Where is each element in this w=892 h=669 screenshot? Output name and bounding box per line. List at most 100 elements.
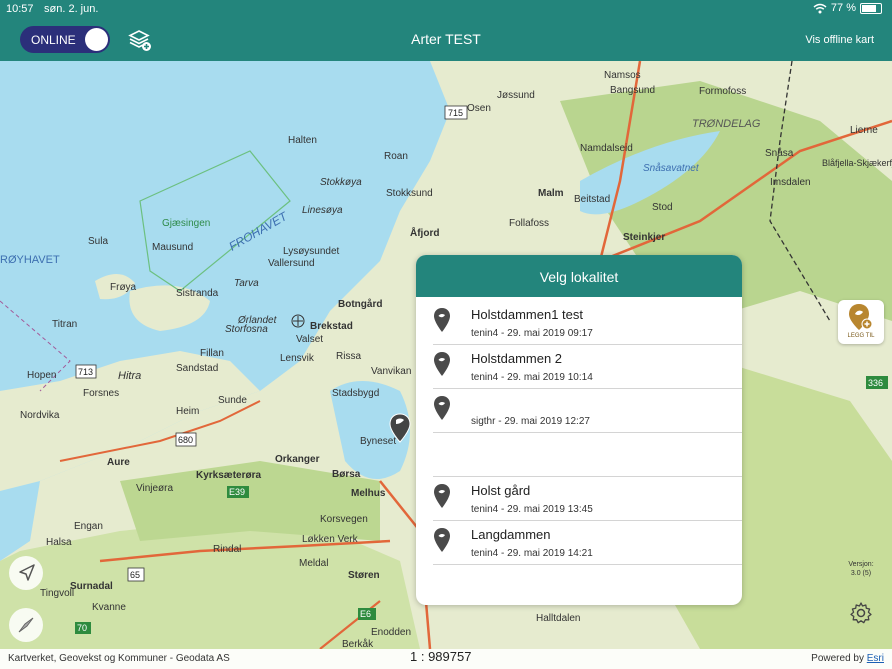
esri-link[interactable]: Esri: [867, 653, 884, 664]
map-label: Orkanger: [275, 454, 320, 465]
list-item[interactable]: sigthr - 29. mai 2019 12:27: [433, 389, 742, 433]
map-label: Nordvika: [20, 410, 60, 421]
location-pin-icon: [434, 528, 450, 552]
list-item[interactable]: Holst gård tenin4 - 29. mai 2019 13:45: [433, 477, 742, 521]
map-label: Surnadal: [70, 581, 113, 592]
version-number: 3.0 (5): [850, 570, 872, 577]
gear-icon[interactable]: [849, 601, 873, 625]
map-footer: Kartverket, Geovekst og Kommuner - Geoda…: [0, 649, 892, 669]
list-item[interactable]: [433, 433, 742, 477]
map-label: Snåsavatnet: [643, 162, 700, 174]
map-label: Halltdalen: [536, 613, 580, 624]
map-label: Rindal: [213, 544, 241, 555]
status-bar: 10:57 søn. 2. jun. 77 %: [0, 0, 892, 18]
navigation-arrow-icon: [19, 564, 35, 581]
powered-by: Powered by Esri: [811, 653, 884, 664]
location-meta: tenin4 - 29. mai 2019 13:45: [471, 504, 593, 515]
map-label: Osen: [467, 103, 491, 114]
list-item[interactable]: Holstdammen 2 tenin4 - 29. mai 2019 10:1…: [433, 345, 742, 389]
map-label: Berkåk: [342, 638, 374, 649]
select-location-dialog: Velg lokalitet Holstdammen1 test tenin4 …: [416, 255, 742, 605]
map-label: Børsa: [332, 469, 361, 480]
status-right: 77 %: [813, 2, 882, 14]
svg-text:680: 680: [178, 435, 193, 445]
map-label: Støren: [348, 570, 380, 581]
location-name: Holstdammen1 test: [471, 307, 583, 322]
location-pin-icon: [434, 396, 450, 420]
map-label: Fillan: [200, 348, 224, 359]
status-time: 10:57: [6, 3, 34, 15]
location-pin-icon[interactable]: [386, 412, 418, 448]
map-label: Vanvikan: [371, 366, 411, 377]
version-label: Versjon:: [848, 561, 874, 568]
map-label: Stadsbygd: [332, 388, 379, 399]
svg-text:336: 336: [868, 378, 883, 388]
map-label: Heim: [176, 406, 199, 417]
map-label: Korsvegen: [320, 514, 368, 525]
road-shield: 336: [866, 376, 888, 389]
location-pin-icon: [434, 308, 450, 332]
svg-text:70: 70: [77, 623, 87, 633]
location-list: Holstdammen1 test tenin4 - 29. mai 2019 …: [416, 301, 742, 565]
map-label: Halten: [288, 135, 317, 146]
map-label: Tingvoll: [40, 588, 74, 599]
map-label: Imsdalen: [770, 177, 811, 188]
map-label: Lysøysundet: [283, 246, 340, 257]
map-label: Løkken Verk: [302, 534, 359, 545]
map-label: Forsnes: [83, 388, 119, 399]
location-pin-icon: [434, 352, 450, 376]
list-item[interactable]: Holstdammen1 test tenin4 - 29. mai 2019 …: [433, 301, 742, 345]
map-label: Mausund: [152, 242, 193, 253]
list-item[interactable]: Langdammen tenin4 - 29. mai 2019 14:21: [433, 521, 742, 565]
map-label: Linesøya: [302, 205, 343, 216]
map-label: Blåfjella-Skjækerfjella nasjonalpark: [822, 158, 892, 168]
map-label: Meldal: [299, 558, 328, 569]
map-label: Stokkøya: [320, 177, 362, 188]
map-label: Snåsa: [765, 147, 794, 159]
location-name: Langdammen: [471, 527, 551, 542]
map-label: Enodden: [371, 627, 411, 638]
add-label: LEGG TIL: [847, 333, 875, 339]
map-label: Frøya: [110, 282, 137, 293]
page-title: Arter TEST: [411, 31, 481, 47]
map-label: Lierne: [850, 125, 878, 136]
status-date: søn. 2. jun.: [44, 3, 99, 15]
road-shield: 713: [75, 364, 97, 379]
map-label: Vinjeøra: [136, 483, 173, 494]
location-pin-icon: [434, 484, 450, 508]
map-label: Titran: [52, 319, 77, 330]
map-label: Sula: [88, 236, 108, 247]
map-label: Sandstad: [176, 363, 218, 374]
my-location-button[interactable]: [9, 556, 43, 590]
map-label: Stod: [652, 202, 673, 213]
map-label: Kyrksæterøra: [196, 470, 261, 481]
svg-text:E6: E6: [360, 609, 371, 619]
road-shield: 715: [444, 105, 468, 120]
map-label: Roan: [384, 151, 408, 162]
map-label: Stokksund: [386, 188, 433, 199]
nav-bar: ONLINE Arter TEST Vis offline kart: [0, 18, 892, 61]
map-label: Sistranda: [176, 288, 219, 299]
svg-text:713: 713: [78, 367, 93, 377]
map-label: Melhus: [351, 488, 386, 499]
location-meta: tenin4 - 29. mai 2019 09:17: [471, 328, 593, 339]
map-label: Beitstad: [574, 194, 610, 205]
add-observation-button[interactable]: LEGG TIL: [838, 300, 884, 344]
location-meta: sigthr - 29. mai 2019 12:27: [471, 416, 590, 427]
map-label: Bangsund: [610, 85, 655, 96]
road-shield: 70: [75, 622, 91, 634]
map-label: Vallersund: [268, 258, 315, 269]
plant-pin-add-icon: [849, 304, 873, 330]
map-label: Malm: [538, 188, 564, 199]
map-label: Jøssund: [497, 90, 535, 101]
map-label: Halsa: [46, 537, 72, 548]
map-label: Follafoss: [509, 218, 549, 229]
battery-percentage: 77 %: [830, 2, 856, 14]
map-label: Steinkjer: [623, 232, 665, 243]
map-label: Namsos: [604, 70, 641, 81]
location-name: Holst gård: [471, 483, 531, 498]
location-meta: tenin4 - 29. mai 2019 10:14: [471, 372, 593, 383]
compass-button[interactable]: [9, 608, 43, 642]
offline-maps-button[interactable]: Vis offline kart: [805, 34, 874, 46]
map-scale: 1 : 989757: [410, 649, 472, 664]
